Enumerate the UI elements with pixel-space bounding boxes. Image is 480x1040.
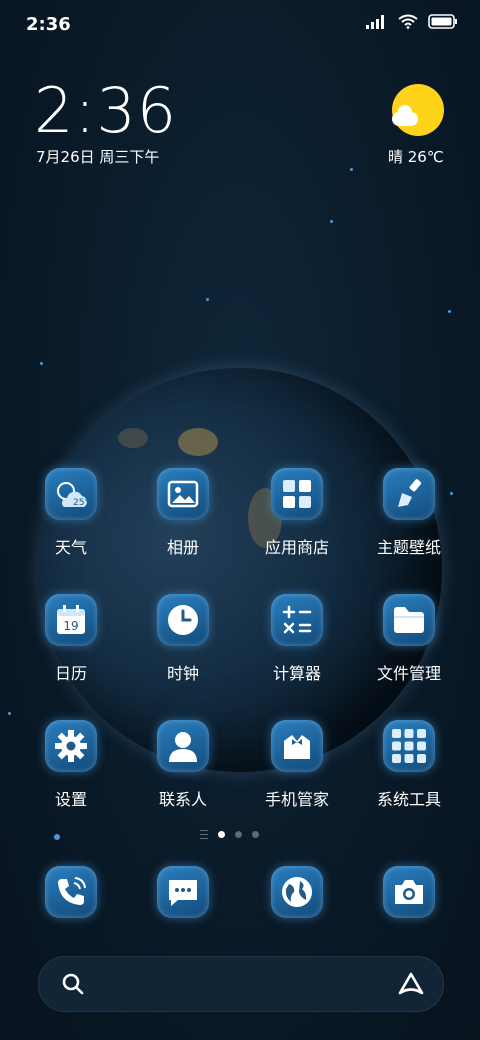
brush-icon bbox=[383, 468, 435, 520]
app-label: 相册 bbox=[166, 538, 199, 557]
app-settings[interactable]: 设置 bbox=[16, 720, 126, 810]
earth-wallpaper bbox=[38, 368, 442, 772]
svg-text:25°: 25° bbox=[73, 498, 89, 508]
app-label: 设置 bbox=[54, 790, 87, 809]
weather-text: 晴 26℃ bbox=[388, 148, 444, 166]
app-weather[interactable]: 25° 天气 bbox=[16, 468, 126, 558]
phone-icon bbox=[45, 866, 97, 918]
contact-icon bbox=[157, 720, 209, 772]
app-calendar[interactable]: 19 日历 bbox=[16, 594, 126, 684]
app-label: 时钟 bbox=[166, 664, 199, 683]
clock-widget-time[interactable]: 2:36 bbox=[34, 74, 177, 147]
app-calculator[interactable]: 计算器 bbox=[242, 594, 352, 684]
page-indicator-home[interactable] bbox=[200, 830, 208, 839]
app-gallery[interactable]: 相册 bbox=[128, 468, 238, 558]
app-file-manager[interactable]: 文件管理 bbox=[354, 594, 464, 684]
clock-widget-date: 7月26日 周三下午 bbox=[36, 148, 160, 166]
browser-icon bbox=[271, 866, 323, 918]
star bbox=[448, 310, 451, 313]
star bbox=[54, 834, 60, 840]
assistant-icon[interactable] bbox=[397, 971, 425, 997]
dock-browser[interactable] bbox=[242, 866, 352, 918]
dock-phone[interactable] bbox=[16, 866, 126, 918]
dock-messages[interactable] bbox=[128, 866, 238, 918]
calculator-icon bbox=[271, 594, 323, 646]
app-clock[interactable]: 时钟 bbox=[128, 594, 238, 684]
page-dot[interactable] bbox=[252, 831, 259, 838]
gallery-icon bbox=[157, 468, 209, 520]
search-icon[interactable] bbox=[61, 972, 85, 996]
cloud-shape bbox=[392, 105, 418, 126]
page-dot-active[interactable] bbox=[218, 831, 225, 838]
app-label: 日历 bbox=[54, 664, 87, 683]
security-icon bbox=[271, 720, 323, 772]
app-contacts[interactable]: 联系人 bbox=[128, 720, 238, 810]
search-bar[interactable] bbox=[38, 956, 444, 1012]
app-themes[interactable]: 主题壁纸 bbox=[354, 468, 464, 558]
app-label: 计算器 bbox=[272, 664, 321, 683]
tools-folder-icon bbox=[383, 720, 435, 772]
gear-icon bbox=[45, 720, 97, 772]
app-label: 手机管家 bbox=[264, 790, 329, 809]
star bbox=[350, 168, 353, 171]
star bbox=[206, 298, 209, 301]
app-phone-manager[interactable]: 手机管家 bbox=[242, 720, 352, 810]
status-bar: 2:36 bbox=[0, 0, 480, 48]
app-label: 应用商店 bbox=[264, 538, 329, 557]
star bbox=[330, 220, 333, 223]
weather-icon: 25° bbox=[45, 468, 97, 520]
dock-camera[interactable] bbox=[354, 866, 464, 918]
svg-text:19: 19 bbox=[63, 619, 78, 633]
city-lights bbox=[178, 428, 218, 456]
app-store-icon bbox=[271, 468, 323, 520]
folder-icon bbox=[383, 594, 435, 646]
app-label: 系统工具 bbox=[376, 790, 441, 809]
calendar-icon: 19 bbox=[45, 594, 97, 646]
wifi-icon bbox=[398, 14, 418, 29]
app-label: 主题壁纸 bbox=[376, 538, 441, 557]
app-store[interactable]: 应用商店 bbox=[242, 468, 352, 558]
clock-icon bbox=[157, 594, 209, 646]
city-lights bbox=[118, 428, 148, 448]
app-system-tools-folder[interactable]: 系统工具 bbox=[354, 720, 464, 810]
signal-icon bbox=[366, 14, 384, 29]
star bbox=[8, 712, 11, 715]
page-dot[interactable] bbox=[235, 831, 242, 838]
app-label: 联系人 bbox=[158, 790, 207, 809]
app-label: 文件管理 bbox=[376, 664, 441, 683]
app-label: 天气 bbox=[54, 538, 87, 557]
status-icons bbox=[366, 14, 458, 29]
status-time: 2:36 bbox=[26, 14, 71, 35]
camera-icon bbox=[383, 866, 435, 918]
star bbox=[40, 362, 43, 365]
battery-icon bbox=[428, 14, 457, 29]
message-icon bbox=[157, 866, 209, 918]
page-indicator[interactable] bbox=[200, 830, 259, 839]
